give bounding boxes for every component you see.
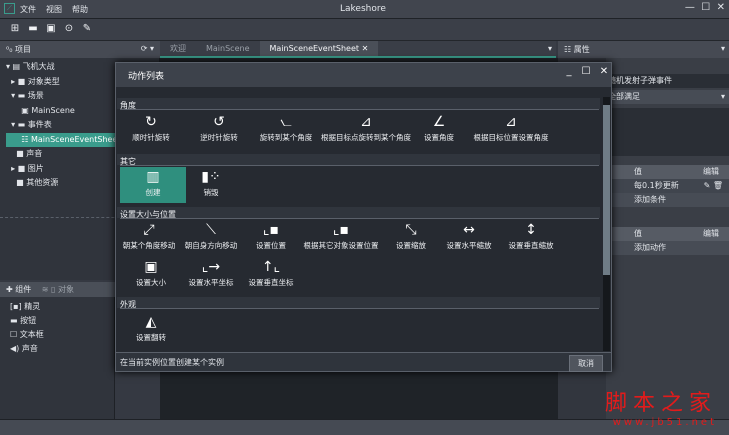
condition-row[interactable]: 每0.1秒更新 ✎ 🗑 [606,179,729,193]
add-condition-button[interactable]: 添加条件 [606,193,729,207]
maximize-button[interactable]: ☐ [701,2,710,13]
menu-help[interactable]: 帮助 [72,5,88,14]
action-set-size[interactable]: ▣ 设置大小 [118,257,184,293]
dialog-close-button[interactable]: ✕ [596,66,612,82]
toolbar: ⊞ ▬ ▣ ⊙ ✎ [0,19,729,41]
tree-item-images[interactable]: ▸ ■ 图片 [6,162,118,177]
edit-delete-icons[interactable]: ✎ 🗑 [704,179,723,193]
menu-view[interactable]: 视图 [46,5,62,14]
app-logo-icon: ⟋ [4,3,15,14]
components-header: ✚ 组件 ≋ ▯ 对象 [0,282,115,297]
destroy-icon: ▮⁘ [201,169,221,185]
rotate-cw-icon: ↻ [145,114,157,130]
action-set-x[interactable]: ⌞→ 设置水平坐标 [178,257,244,293]
action-rotate-ccw[interactable]: ↺ 逆时针旋转 [186,112,252,148]
project-title: 项目 [14,45,31,54]
tab-components[interactable]: 组件 [15,285,31,294]
action-move-at-angle[interactable]: ⤢ 朝某个角度移动 [116,220,182,256]
project-panel-header: ⁰₀ 项目 ⟳ ▾ [0,41,160,58]
refresh-icon[interactable]: ⟳ ▾ [141,44,154,53]
tree-item-sounds[interactable]: ■ 声音 [6,147,118,162]
properties-panel: 随机发射子弹事件 全部满足 ▾ 值编辑 每0.1秒更新 ✎ 🗑 添加条件 值编辑 添… [606,58,729,419]
rotate-ccw-icon: ↺ [213,114,225,130]
dialog-scrollbar[interactable] [603,97,610,351]
action-set-h-scale[interactable]: ↔ 设置水平缩放 [436,220,502,256]
dialog-minimize-button[interactable]: _ [561,66,577,82]
properties-icon: ☷ [564,45,574,54]
section-band [117,207,600,218]
action-description: 在当前实例位置创建某个实例 [120,358,224,367]
condition-mode-select[interactable]: 全部满足 ▾ [606,90,729,104]
tree-item-scenes[interactable]: ▾ ▬ 场景 [6,89,118,104]
properties-header: ☷ 属性 ▾ [558,41,729,58]
action-set-position[interactable]: ⌞▪ 设置位置 [238,220,304,256]
project-icon: ⁰₀ [6,45,15,54]
conditions-header: 值编辑 [606,165,729,179]
action-rotate-cw[interactable]: ↻ 顺时针旋转 [118,112,184,148]
scrollbar-thumb[interactable] [603,105,610,275]
tab-eventsheet[interactable]: MainSceneEventSheet ✕ [259,41,379,56]
play-icon[interactable]: ⊙ [60,23,78,34]
tab-objects[interactable]: 对象 [58,285,74,294]
action-set-mirror[interactable]: ◭ 设置翻转 [118,312,184,348]
action-set-position-by-object[interactable]: ⌞▪ 根据其它对象设置位置 [296,220,386,256]
close-button[interactable]: ✕ [717,2,725,13]
tab-mainscene[interactable]: MainScene [196,41,260,56]
tab-welcome[interactable]: 欢迎 [160,41,196,56]
tree-item-root[interactable]: ▾ ▤ 飞机大战 [6,60,118,75]
dialog-maximize-button[interactable]: ☐ [578,66,594,82]
action-set-scale[interactable]: ⤡ 设置缩放 [378,220,444,256]
title-bar: ⟋ 文件 视图 帮助 Lakeshore — ☐ ✕ [0,0,729,19]
tree-item-eventsheets[interactable]: ▾ ▬ 事件表 [6,118,118,133]
tree-item-eventsheet[interactable]: ☷ MainSceneEventSheet [6,132,118,147]
watermark: 脚本之家 www.jb51.net [604,391,717,428]
open-icon[interactable]: ▬ [24,23,42,34]
section-band [117,297,600,308]
action-set-angle-to-target[interactable]: ⊿ 根据目标位置设置角度 [461,112,561,148]
save-icon[interactable]: ▣ [42,23,60,34]
section-band [117,98,600,109]
comment-area[interactable] [606,108,729,156]
menu-file[interactable]: 文件 [20,5,36,14]
component-sprite[interactable]: [▪] 精灵 [10,300,44,314]
build-icon[interactable]: ✎ [78,23,96,34]
components-list: [▪] 精灵 ▬ 按钮 ☐ 文本框 ◀) 声音 [10,300,44,356]
component-button[interactable]: ▬ 按钮 [10,314,44,328]
action-create[interactable]: ▥ 创建 [120,167,186,203]
dialog-title: 动作列表 [116,63,611,87]
window-title: Lakeshore [340,4,386,14]
properties-title: 属性 [573,45,590,54]
project-tree: ▾ ▤ 飞机大战 ▸ ■ 对象类型 ▾ ▬ 场景 ▣ MainScene ▾ ▬… [6,60,118,191]
action-list-dialog: 动作列表 _ ☐ ✕ 角度 ↻ 顺时针旋转 ↺ 逆时针旋转 ⦦ 旋转到某个角度 ⊿ 根据… [115,62,612,372]
minimize-button[interactable]: — [685,2,695,13]
tree-item-mainscene[interactable]: ▣ MainScene [6,104,118,119]
component-textbox[interactable]: ☐ 文本框 [10,328,44,342]
tab-label: MainSceneEventSheet [269,44,360,53]
action-set-y[interactable]: ↑⌞ 设置垂直坐标 [238,257,304,293]
tabs-dropdown-icon[interactable]: ▾ [548,44,552,53]
close-tab-icon[interactable]: ✕ [362,44,369,53]
cancel-button[interactable]: 取消 [569,355,603,372]
properties-dropdown-icon[interactable]: ▾ [721,44,725,53]
angle-target-icon: ⊿ [360,114,372,130]
editor-tabs: 欢迎 MainScene MainSceneEventSheet ✕ ▾ [160,41,556,58]
add-action-button[interactable]: 添加动作 [606,241,729,255]
event-name-field[interactable]: 随机发射子弹事件 [606,74,729,88]
action-set-v-scale[interactable]: ↕ 设置垂直缩放 [498,220,564,256]
new-icon[interactable]: ⊞ [6,23,24,34]
puzzle-icon: ✚ [6,285,16,294]
action-move-forward[interactable]: ⟍ 朝自身方向移动 [178,220,244,256]
create-icon: ▥ [146,169,160,185]
layers-icon[interactable]: ≋ ▯ [42,285,56,294]
action-rotate-to-point[interactable]: ⊿ 根据目标点旋转到某个角度 [311,112,421,148]
section-band [117,154,600,165]
action-destroy[interactable]: ▮⁘ 销毁 [178,167,244,203]
component-sound[interactable]: ◀) 声音 [10,342,44,356]
tree-item-object-types[interactable]: ▸ ■ 对象类型 [6,75,118,90]
actions-header: 值编辑 [606,227,729,241]
angle-45-icon: ⊿ [505,114,517,130]
dialog-footer: 在当前实例位置创建某个实例 取消 [116,352,611,372]
tree-item-other[interactable]: ■ 其他资源 [6,176,118,191]
